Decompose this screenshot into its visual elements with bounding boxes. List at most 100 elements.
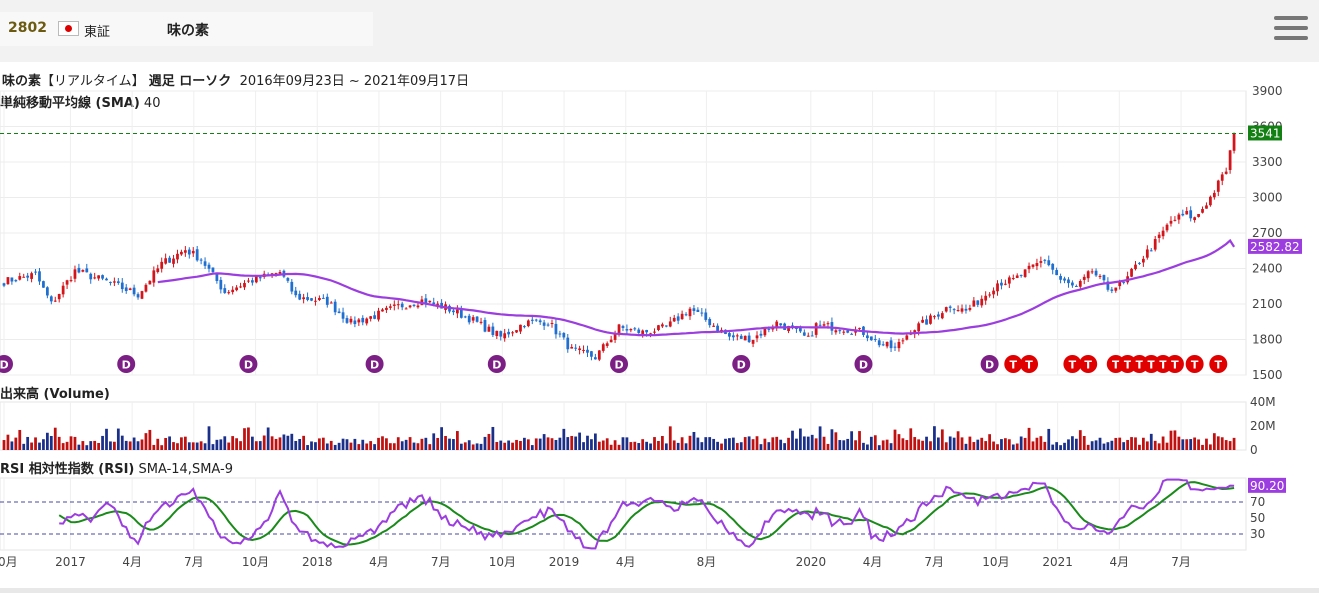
volume-bar xyxy=(152,444,156,450)
candle-body xyxy=(456,309,459,314)
volume-bar xyxy=(329,440,333,450)
volume-bar xyxy=(26,436,30,450)
candle-body xyxy=(373,315,376,319)
candle-body xyxy=(546,324,550,326)
volume-bar xyxy=(956,431,960,450)
volume-bar xyxy=(731,437,735,450)
candle-body xyxy=(755,335,759,339)
candle-body xyxy=(933,316,936,318)
x-axis-label: 7月 xyxy=(184,555,204,569)
volume-bar xyxy=(187,442,191,450)
volume-bar xyxy=(1086,444,1090,450)
candle-body xyxy=(81,270,85,272)
candle-body xyxy=(988,294,992,296)
volume-bar xyxy=(227,442,231,450)
volume-bar xyxy=(1035,437,1039,450)
candle-body xyxy=(869,336,873,341)
candle-body xyxy=(156,268,160,273)
candle-body xyxy=(1232,133,1236,151)
volume-bar xyxy=(1216,436,1220,450)
volume-bar xyxy=(948,436,952,450)
candle-body xyxy=(1177,214,1181,220)
candle-body xyxy=(925,319,928,325)
candle-body xyxy=(85,268,89,273)
volume-bar xyxy=(1220,437,1224,450)
volume-bar xyxy=(929,441,932,450)
candle-body xyxy=(1015,275,1019,278)
volume-bar xyxy=(795,438,798,450)
volume-bar xyxy=(180,437,183,450)
volume-bar xyxy=(775,436,779,450)
candle-body xyxy=(1193,217,1197,221)
candle-body xyxy=(850,333,854,335)
candle-body xyxy=(708,318,712,326)
volume-bar xyxy=(984,441,988,450)
dividend-marker-label: D xyxy=(985,359,994,372)
candle-body xyxy=(298,293,302,300)
candle-body xyxy=(361,317,365,323)
candle-body xyxy=(38,271,41,282)
volume-bar xyxy=(1114,437,1118,450)
candle-body xyxy=(61,285,65,295)
candle-body xyxy=(980,298,984,306)
candle-body xyxy=(314,300,317,302)
candle-body xyxy=(601,344,605,351)
candle-body xyxy=(1212,192,1216,198)
candle-body xyxy=(14,280,18,282)
volume-bar xyxy=(905,440,909,450)
volume-bar xyxy=(1138,444,1141,450)
candle-body xyxy=(511,332,514,334)
volume-bar xyxy=(475,443,479,450)
volume-bar xyxy=(250,436,254,450)
volume-bar xyxy=(164,437,168,450)
price-tick-label: 2700 xyxy=(1252,226,1283,240)
volume-bar xyxy=(168,436,171,450)
dividend-marker-label: D xyxy=(0,359,9,372)
volume-bar xyxy=(396,437,400,450)
volume-bar xyxy=(1106,442,1110,450)
volume-bar xyxy=(318,438,321,450)
volume-bar xyxy=(124,440,128,450)
candle-body xyxy=(321,297,325,299)
volume-bar xyxy=(767,442,771,450)
candle-body xyxy=(653,331,656,333)
candle-body xyxy=(1094,270,1098,276)
candle-body xyxy=(976,300,980,305)
volume-bar xyxy=(495,441,499,450)
volume-bar xyxy=(1110,440,1114,450)
volume-bar xyxy=(467,440,471,450)
candle-body xyxy=(814,323,818,335)
volume-bar xyxy=(77,444,81,450)
volume-bar xyxy=(195,442,199,450)
stock-chart[interactable]: 15001800210024002700300033003600390010月2… xyxy=(0,0,1319,593)
volume-bar xyxy=(231,436,235,450)
volume-bar xyxy=(310,441,313,450)
candle-body xyxy=(109,281,112,283)
x-axis-label: 7月 xyxy=(1171,555,1191,569)
volume-bar xyxy=(850,431,854,450)
volume-bar xyxy=(373,444,376,450)
candle-body xyxy=(1169,220,1173,224)
candle-body xyxy=(743,335,747,341)
candle-body xyxy=(487,326,491,332)
price-tick-label: 3900 xyxy=(1252,84,1283,98)
volume-bar xyxy=(448,438,451,450)
volume-bar xyxy=(42,439,45,450)
volume-bar xyxy=(735,443,739,450)
volume-bar xyxy=(105,428,108,450)
candle-body xyxy=(700,312,704,314)
x-axis-label: 4月 xyxy=(122,555,142,569)
volume-bar xyxy=(1177,436,1181,450)
volume-bar xyxy=(148,429,152,450)
volume-bar xyxy=(826,443,830,450)
volume-bar xyxy=(207,426,211,450)
candle-body xyxy=(1039,261,1043,263)
volume-bar xyxy=(810,434,814,450)
volume-bar xyxy=(562,428,566,450)
volume-bar xyxy=(274,438,278,450)
x-axis-label: 4月 xyxy=(863,555,883,569)
volume-bar xyxy=(353,438,357,450)
volume-bar xyxy=(211,444,215,450)
volume-bar xyxy=(633,441,637,450)
candle-body xyxy=(1047,260,1051,266)
